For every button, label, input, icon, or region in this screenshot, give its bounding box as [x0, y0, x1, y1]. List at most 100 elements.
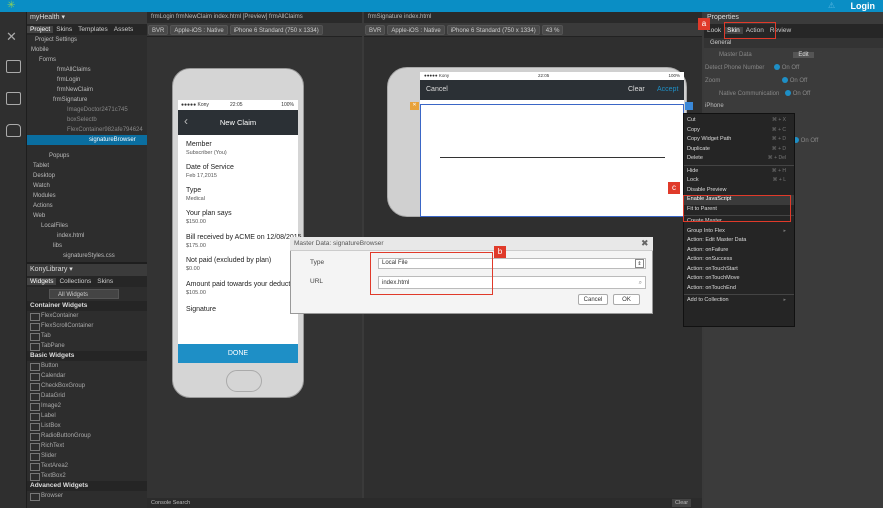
menu-item-copy-widget-path[interactable]: Copy Widget Path ⌘ + D — [684, 135, 794, 145]
tab-assets[interactable]: Assets — [111, 26, 137, 33]
user-icon[interactable]: ⚠ — [828, 1, 835, 10]
menu-item-disable-preview[interactable]: Disable Preview — [684, 186, 794, 196]
menu-item-add-to-collection[interactable]: Add to Collection ▸ — [684, 296, 794, 306]
library-title[interactable]: KonyLibrary ▾ — [27, 264, 147, 276]
menu-item-onfailure[interactable]: Action: onFailure — [684, 246, 794, 256]
widget-item[interactable]: FlexScrollContainer — [27, 321, 147, 331]
home-button[interactable] — [226, 370, 262, 392]
widget-item[interactable]: ListBox — [27, 421, 147, 431]
console-clear-button[interactable]: Clear — [672, 499, 692, 507]
device2-select[interactable]: iPhone 6 Standard (750 x 1334) — [446, 25, 540, 35]
tree-item[interactable]: Tablet — [27, 161, 147, 171]
tree-item-selected[interactable]: signatureBrowser — [27, 135, 147, 145]
bvr2-button[interactable]: BVR — [365, 25, 386, 35]
cancel-button[interactable]: Cancel — [578, 294, 608, 305]
widget-item[interactable]: Slider — [27, 451, 147, 461]
tab-lib-skins[interactable]: Skins — [94, 278, 116, 285]
tree-item[interactable]: frmLogin — [27, 75, 147, 85]
tree-item[interactable]: Popups — [27, 151, 147, 161]
menu-item-lock[interactable]: Lock ⌘ + L — [684, 176, 794, 186]
tab-project[interactable]: Project — [27, 26, 54, 33]
platform2-select[interactable]: Apple-iOS : Native — [387, 25, 445, 35]
clear-nav-button[interactable]: Clear — [628, 86, 645, 93]
tree-item[interactable]: Mobile — [27, 45, 147, 55]
edit-master-data-button[interactable]: Edit — [793, 52, 814, 58]
tab-widgets[interactable]: Widgets — [27, 278, 57, 285]
forms-icon[interactable] — [6, 60, 21, 73]
menu-item-delete[interactable]: Delete ⌘ + Del — [684, 154, 794, 164]
tree-item[interactable]: frmNewClaim — [27, 85, 147, 95]
tree-item[interactable]: LocalFiles — [27, 221, 147, 231]
tree-item[interactable]: Modules — [27, 191, 147, 201]
menu-item-ontouchmove[interactable]: Action: onTouchMove — [684, 274, 794, 284]
console-tabs[interactable]: Console Search — [151, 500, 190, 506]
tab-skins[interactable]: Skins — [53, 26, 75, 33]
tree-item[interactable]: frmAllClaims — [27, 65, 147, 75]
zoom-input[interactable]: 43 % — [541, 25, 564, 35]
close-icon[interactable]: ✖ — [641, 238, 649, 249]
tree-item[interactable]: FlexContainer982afe794624 — [27, 125, 147, 135]
widget-item[interactable]: Label — [27, 411, 147, 421]
tree-item[interactable]: Web — [27, 211, 147, 221]
tree-item[interactable]: signatureStyles.css — [27, 251, 147, 261]
tree-item[interactable]: Project Settings — [27, 35, 147, 45]
canvas2-tabs[interactable]: frmSignature index.html — [364, 12, 702, 23]
services-icon[interactable] — [6, 124, 21, 137]
tree-item[interactable]: libs — [27, 241, 147, 251]
menu-item-copy[interactable]: Copy ⌘ + C — [684, 126, 794, 136]
accept-nav-button[interactable]: Accept — [657, 86, 678, 93]
tab-collections[interactable]: Collections — [56, 278, 94, 285]
widget-item[interactable]: TextArea2 — [27, 461, 147, 471]
bvr-button[interactable]: BVR — [148, 25, 169, 35]
widget-item[interactable]: Button — [27, 361, 147, 371]
widget-item[interactable]: CheckBoxGroup — [27, 381, 147, 391]
tab-templates[interactable]: Templates — [75, 26, 111, 33]
type-field[interactable]: Type Medical — [186, 186, 205, 204]
widget-item[interactable]: TabPane — [27, 341, 147, 351]
member-field[interactable]: Member Subscriber (You) — [186, 140, 227, 158]
general-section[interactable]: General — [704, 38, 883, 48]
tree-item[interactable]: Watch — [27, 181, 147, 191]
toggle-on-icon[interactable] — [785, 90, 792, 97]
widget-item[interactable]: Tab — [27, 331, 147, 341]
menu-item-edit-master-data[interactable]: Action: Edit Master Data — [684, 236, 794, 246]
widget-item[interactable]: FlexContainer — [27, 311, 147, 321]
project-title[interactable]: myHealth ▾ — [27, 12, 147, 24]
widget-item[interactable]: Calendar — [27, 371, 147, 381]
widget-item[interactable]: RadioButtonGroup — [27, 431, 147, 441]
widget-item[interactable]: TextBox2 — [27, 471, 147, 481]
signature-browser-selection[interactable] — [420, 104, 684, 217]
cancel-nav-button[interactable]: Cancel — [426, 86, 448, 93]
menu-item-group-into-flex[interactable]: Group Into Flex ▸ — [684, 227, 794, 237]
widget-filter-select[interactable]: All Widgets — [49, 289, 119, 299]
toggle-on-icon[interactable] — [782, 77, 789, 84]
menu-item-cut[interactable]: Cut ⌘ + X — [684, 116, 794, 126]
menu-item-duplicate[interactable]: Duplicate ⌘ + D — [684, 145, 794, 155]
canvas-tabs[interactable]: frmLogin frmNewClaim index.html [Preview… — [147, 12, 362, 23]
tree-item[interactable]: boxSelectb — [27, 115, 147, 125]
tree-item[interactable]: ImageDoctor2471c745 — [27, 105, 147, 115]
menu-item-hide[interactable]: Hide ⌘ + H — [684, 167, 794, 177]
preview-icon[interactable] — [6, 92, 21, 105]
menu-item-ontouchstart[interactable]: Action: onTouchStart — [684, 265, 794, 275]
platform-select[interactable]: Apple-iOS : Native — [170, 25, 228, 35]
tree-item[interactable]: Desktop — [27, 171, 147, 181]
menu-item-onsuccess[interactable]: Action: onSuccess — [684, 255, 794, 265]
tree-item[interactable]: index.html — [27, 231, 147, 241]
tools-icon[interactable]: ✕ — [6, 30, 21, 43]
toggle-on-icon[interactable] — [774, 64, 781, 71]
dos-field[interactable]: Date of Service Feb 17,2015 — [186, 163, 234, 181]
tree-item[interactable]: Forms — [27, 55, 147, 65]
login-button[interactable]: Login — [851, 0, 876, 12]
widget-item[interactable]: DataGrid — [27, 391, 147, 401]
device-select[interactable]: iPhone 6 Standard (750 x 1334) — [229, 25, 323, 35]
menu-item-ontouchend[interactable]: Action: onTouchEnd — [684, 284, 794, 294]
tree-item[interactable]: frmSignature — [27, 95, 147, 105]
prop-iphone-section[interactable]: iPhone — [705, 101, 724, 112]
ok-button[interactable]: OK — [613, 294, 640, 305]
widget-item[interactable]: Image2 — [27, 401, 147, 411]
widget-item[interactable]: RichText — [27, 441, 147, 451]
widget-item[interactable]: Browser — [27, 491, 147, 501]
tree-item[interactable]: Actions — [27, 201, 147, 211]
resize-handle-left[interactable]: ✕ — [410, 102, 419, 110]
